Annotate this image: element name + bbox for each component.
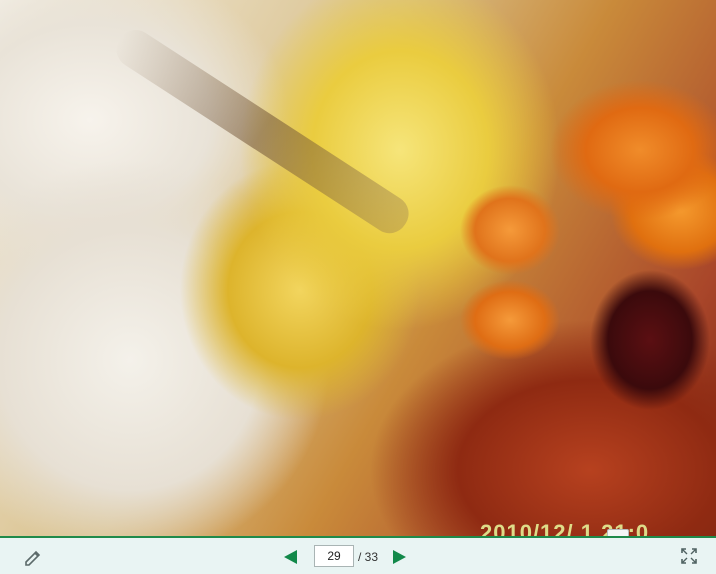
photo-streak: [109, 23, 416, 241]
expand-icon: [681, 548, 697, 564]
previous-page-button[interactable]: [281, 547, 301, 567]
photo-display: [0, 0, 716, 536]
arrow-right-icon: [393, 550, 406, 564]
pencil-icon: [25, 550, 41, 566]
edit-button[interactable]: [22, 546, 44, 568]
next-page-button[interactable]: [389, 547, 409, 567]
image-viewer: 2010/12/ 1 21:0 / 33: [0, 0, 716, 574]
viewer-toolbar: / 33: [0, 536, 716, 574]
page-number-input[interactable]: [314, 545, 354, 567]
arrow-left-icon: [284, 550, 297, 564]
fullscreen-button[interactable]: [680, 547, 698, 565]
page-total: / 33: [358, 550, 379, 564]
